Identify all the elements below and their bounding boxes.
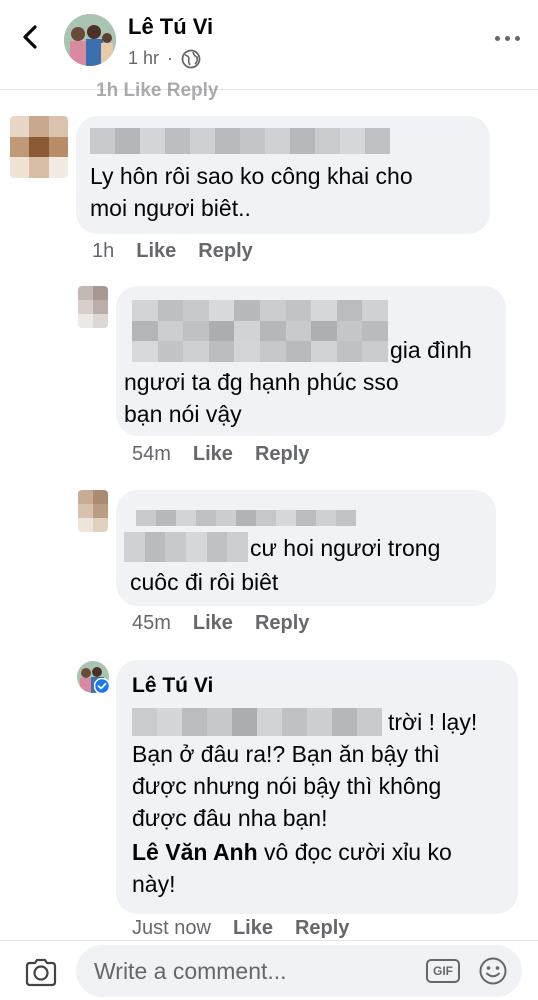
censored-name [136, 510, 356, 526]
comment-actions: Just now Like Reply [132, 917, 349, 940]
comment-last-line: này! [132, 871, 176, 897]
comment-input[interactable]: Write a comment... GIF [76, 945, 522, 997]
like-button[interactable]: Like [193, 443, 233, 466]
comment-actions: 45m Like Reply [132, 612, 309, 635]
avatar[interactable] [78, 490, 108, 532]
comment-actions: 1h Like Reply [92, 240, 253, 263]
comment-text-tail: trời ! lạy! [388, 709, 478, 735]
reply-button[interactable]: Reply [255, 443, 309, 466]
comment-text: Bạn ở đâu ra!? Bạn ăn bậy thì được nhưng… [132, 741, 442, 831]
comment-mention-line: Lê Văn Anh vô đọc cười xỉu ko [132, 836, 452, 868]
globe-icon [181, 49, 201, 68]
censored-text [124, 532, 248, 562]
comment-bubble[interactable]: cư hoi ngươi trong cuôc đi rôi biêt [116, 490, 496, 606]
comment-bubble[interactable]: gia đình ngươi ta đg hạnh phúc sso bạn n… [116, 286, 506, 436]
more-horizontal-icon[interactable] [495, 36, 520, 41]
comment-time: Just now [132, 917, 211, 939]
avatar[interactable] [78, 286, 108, 328]
reply-button[interactable]: Reply [295, 917, 349, 940]
chevron-left-icon[interactable] [16, 22, 46, 52]
post-time: 1 hr [128, 48, 160, 68]
post-meta: 1 hr · [128, 48, 201, 69]
comment-text: cuôc đi rôi biêt [130, 569, 279, 595]
comment-time: 1h [92, 240, 115, 262]
like-button[interactable]: Like [136, 240, 176, 263]
like-button[interactable]: Like [233, 917, 273, 940]
censored-name [90, 128, 390, 154]
comment-text: ngươi ta đg hạnh phúc sso bạn nói vậy [124, 369, 399, 427]
previous-comment-actions: 1h Like Reply [96, 80, 219, 101]
comment-time: 45m [132, 612, 171, 634]
reply-button[interactable]: Reply [198, 240, 252, 263]
post-header: Lê Tú Vi 1 hr · 1h Like Reply [0, 0, 538, 101]
comment-input-placeholder: Write a comment... [94, 958, 287, 984]
comment-text: Ly hôn rôi sao ko công khai cho moi ngươ… [90, 163, 413, 221]
mention-tail: vô đọc cười xỉu ko [257, 839, 452, 865]
censored-text [132, 708, 382, 736]
comment-time: 54m [132, 443, 171, 465]
comment-composer: Write a comment... GIF [0, 940, 538, 1000]
post-author-name[interactable]: Lê Tú Vi [128, 14, 213, 40]
avatar[interactable] [10, 116, 68, 178]
gif-button[interactable]: GIF [426, 959, 460, 983]
comment-author-name[interactable]: Lê Tú Vi [132, 674, 213, 698]
camera-icon[interactable] [24, 957, 58, 987]
smile-icon[interactable] [478, 956, 508, 986]
censored-name [132, 300, 388, 362]
verified-badge-icon [94, 678, 110, 694]
avatar[interactable] [64, 14, 116, 66]
comment-bubble[interactable]: Lê Tú Vi trời ! lạy! Bạn ở đâu ra!? Bạn … [116, 660, 518, 914]
mention-link[interactable]: Lê Văn Anh [132, 839, 258, 865]
comment-actions: 54m Like Reply [132, 443, 309, 466]
like-button[interactable]: Like [193, 612, 233, 635]
comment-text-tail: cư hoi ngươi trong [250, 535, 441, 561]
comment-bubble[interactable]: Ly hôn rôi sao ko công khai cho moi ngươ… [76, 116, 490, 234]
comment-text-tail: gia đình [390, 337, 472, 363]
reply-button[interactable]: Reply [255, 612, 309, 635]
meta-separator: · [167, 48, 174, 68]
avatar[interactable] [76, 660, 110, 694]
